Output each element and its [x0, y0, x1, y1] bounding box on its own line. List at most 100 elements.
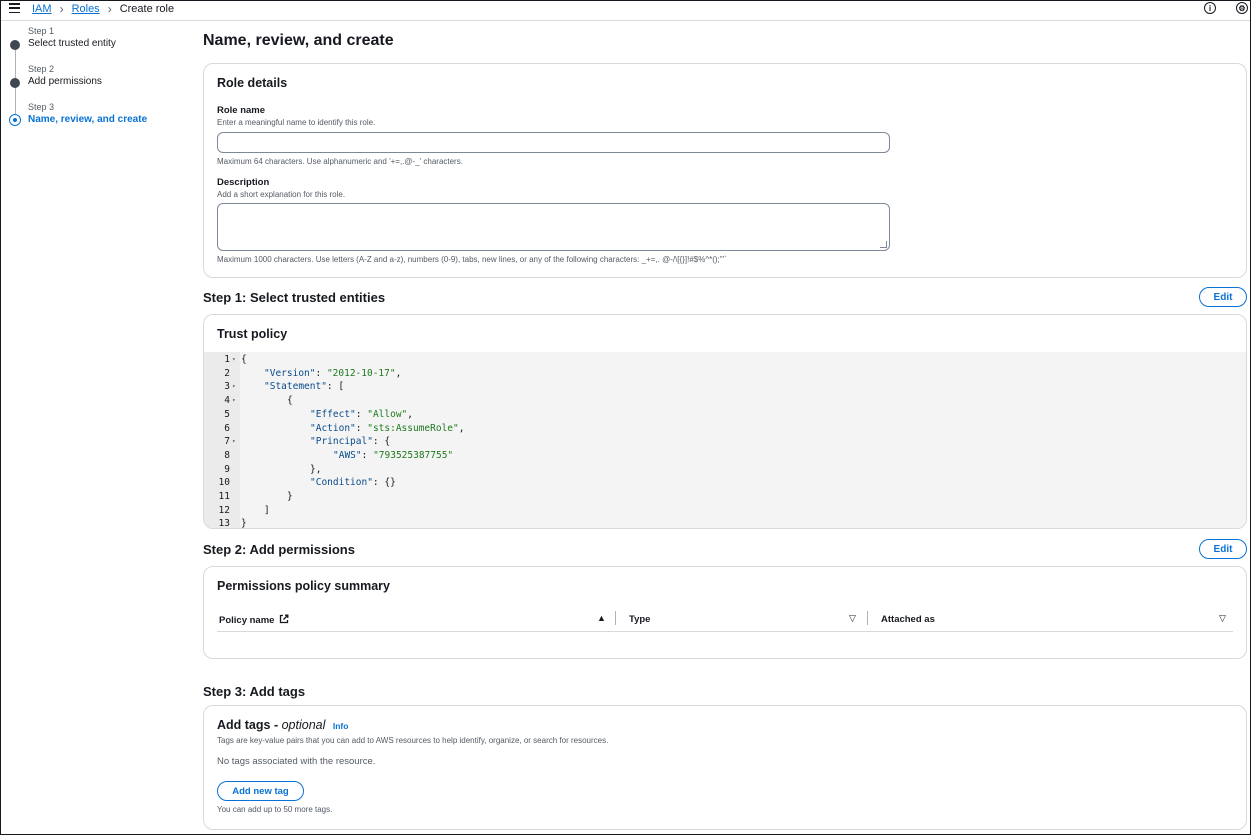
code-text: ] [264, 504, 270, 516]
code-text: "Action": "sts:AssumeRole", [310, 422, 465, 434]
settings-icon[interactable]: ⚙ [1236, 2, 1248, 14]
line-number: 7 [224, 436, 230, 448]
line-number: 2 [224, 367, 230, 379]
line-number: 3 [224, 381, 230, 393]
code-text: "AWS": "793525387755" [333, 449, 454, 461]
top-navigation-bar: IAM › Roles › Create role i ⚙ [0, 0, 1251, 21]
breadcrumb-iam[interactable]: IAM [32, 3, 52, 15]
trust-policy-card: Trust policy 1 ▾{2 "Version": "2012-10-17"… [203, 314, 1247, 529]
step3-heading: Step 3: Add tags [203, 684, 306, 699]
step-complete-icon [10, 78, 20, 88]
json-key: "Effect" [310, 408, 356, 420]
chevron-right-icon: › [107, 2, 112, 16]
code-line: 9}, [204, 463, 1246, 477]
add-new-tag-button[interactable]: Add new tag [217, 781, 304, 801]
code-line: 6 "Action": "sts:AssumeRole", [204, 422, 1246, 436]
description-hint: Add a short explanation for this role. [217, 190, 346, 199]
add-tags-card: Add tags - optional Info Tags are key-va… [203, 705, 1247, 830]
edit-step1-button[interactable]: Edit [1199, 287, 1247, 307]
line-number: 1 [224, 354, 230, 365]
step-label-current: Name, review, and create [28, 114, 148, 125]
code-line: 4 ▾ { [204, 394, 1246, 408]
code-text: "Condition": {} [310, 477, 396, 489]
step-number: Step 1 [28, 26, 55, 36]
step-complete-icon [10, 40, 20, 50]
fold-toggle-icon[interactable]: ▾ [232, 394, 236, 408]
step-number: Step 3 [28, 102, 55, 112]
chevron-right-icon: › [59, 2, 64, 16]
info-icon[interactable]: i [1204, 2, 1216, 14]
column-header-attached-as[interactable]: Attached as [881, 614, 935, 625]
column-header-type[interactable]: Type [629, 614, 650, 625]
code-text: } [241, 518, 247, 529]
menu-icon[interactable] [9, 3, 20, 13]
line-number: 4 [224, 395, 230, 407]
card-title: Permissions policy summary [217, 579, 390, 593]
json-key: "Version" [264, 367, 316, 379]
description-textarea[interactable] [217, 203, 890, 251]
sort-ascending-icon[interactable]: ▲ [597, 613, 606, 623]
json-string-value: "2012-10-17" [326, 367, 396, 379]
role-name-hint: Enter a meaningful name to identify this… [217, 118, 376, 127]
step-current-icon [9, 114, 21, 126]
role-name-label: Role name [217, 105, 266, 116]
code-line: 5 "Effect": "Allow", [204, 408, 1246, 422]
sort-icon[interactable]: ▽ [1219, 613, 1226, 624]
line-number: 11 [218, 491, 230, 502]
code-line: 11} [204, 490, 1246, 504]
info-link[interactable]: Info [333, 721, 349, 731]
role-name-input[interactable] [217, 132, 890, 153]
code-line: 8 "AWS": "793525387755" [204, 449, 1246, 463]
card-title-optional: optional [281, 718, 326, 732]
step-number: Step 2 [28, 64, 55, 74]
line-number: 13 [218, 518, 230, 529]
column-label: Policy name [219, 615, 275, 626]
edit-step2-button[interactable]: Edit [1199, 539, 1247, 559]
step-link-select-trusted-entity[interactable]: Select trusted entity [28, 38, 116, 49]
breadcrumb: IAM › Roles › Create role [32, 2, 174, 16]
breadcrumb-current: Create role [119, 3, 175, 15]
code-text: "Effect": "Allow", [310, 408, 413, 420]
card-title: Add tags - optional Info [217, 718, 348, 732]
code-text: { [287, 395, 293, 407]
no-tags-text: No tags associated with the resource. [217, 756, 376, 767]
code-line: 2 "Version": "2012-10-17", [204, 367, 1246, 381]
step1-heading: Step 1: Select trusted entities [203, 290, 386, 305]
code-line: 3 ▾ "Statement": [ [204, 380, 1246, 394]
json-key: "Condition" [310, 477, 373, 489]
line-number: 12 [218, 504, 230, 516]
line-number: 5 [224, 408, 230, 420]
json-key: "Statement" [264, 381, 327, 393]
column-header-policy-name[interactable]: Policy name [219, 614, 289, 626]
tags-description: Tags are key-value pairs that you can ad… [217, 736, 609, 745]
line-number: 10 [218, 477, 230, 489]
fold-toggle-icon[interactable]: ▾ [232, 435, 236, 449]
sort-icon[interactable]: ▽ [849, 613, 856, 624]
line-number: 6 [224, 422, 230, 434]
code-line: 7 ▾ "Principal": { [204, 435, 1246, 449]
card-title: Trust policy [217, 327, 288, 341]
external-link-icon [279, 614, 289, 624]
code-line: 1 ▾ { [204, 353, 1246, 367]
column-divider[interactable] [867, 611, 868, 625]
code-line: 12] [204, 504, 1246, 518]
breadcrumb-roles[interactable]: Roles [72, 3, 100, 15]
resize-handle-icon[interactable] [880, 241, 887, 248]
column-divider[interactable] [615, 611, 616, 625]
code-text: "Principal": { [310, 436, 391, 448]
role-name-constraint: Maximum 64 characters. Use alphanumeric … [217, 157, 463, 166]
step2-heading: Step 2: Add permissions [203, 542, 355, 557]
trust-policy-code-editor[interactable]: 1 ▾{2 "Version": "2012-10-17", 3 ▾ "Statement… [204, 352, 1246, 529]
step-link-add-permissions[interactable]: Add permissions [28, 76, 102, 87]
json-key: "AWS" [333, 449, 362, 461]
code-text: "Statement": [ [264, 381, 345, 393]
code-line: 13} [204, 517, 1246, 529]
json-string-value: "Allow" [367, 408, 408, 420]
description-constraint: Maximum 1000 characters. Use letters (A-… [217, 255, 727, 264]
code-text: { [241, 354, 247, 365]
json-string-value: "sts:AssumeRole" [367, 422, 459, 434]
fold-toggle-icon[interactable]: ▾ [232, 353, 236, 367]
page-title: Name, review, and create [203, 32, 394, 49]
fold-toggle-icon[interactable]: ▾ [232, 380, 236, 394]
code-text: }, [310, 463, 322, 475]
